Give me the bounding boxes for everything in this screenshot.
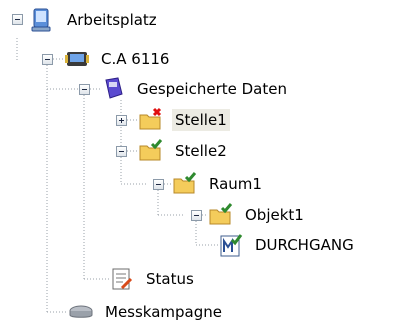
node-label: Raum1	[209, 175, 262, 193]
tree-node-gespeicherte-daten[interactable]: Gespeicherte Daten	[100, 76, 360, 102]
folder-check-icon	[138, 138, 164, 164]
device-icon	[64, 46, 90, 72]
tree-node-stelle2[interactable]: Stelle2	[138, 138, 268, 164]
node-label: Objekt1	[245, 206, 304, 224]
tree-node-status[interactable]: Status	[109, 266, 229, 292]
expand-toggle-raum1[interactable]	[153, 179, 164, 190]
folder-check-icon	[172, 171, 198, 197]
node-label: Status	[146, 270, 194, 288]
tree-view[interactable]: Arbeitsplatz C.A 6116 Gespeicherte Daten	[0, 0, 404, 323]
folder-error-icon	[138, 107, 164, 133]
node-label: C.A 6116	[101, 50, 170, 68]
folder-check-icon	[208, 202, 234, 228]
expand-toggle-objekt1[interactable]	[191, 210, 202, 221]
expand-toggle-arbeitsplatz[interactable]	[12, 14, 23, 25]
tree-node-messkampagne[interactable]: Messkampagne	[68, 299, 268, 325]
tree-node-ca6116[interactable]: C.A 6116	[64, 46, 264, 72]
saved-data-icon	[100, 76, 126, 102]
tree-node-raum1[interactable]: Raum1	[172, 171, 302, 197]
computer-icon	[30, 7, 56, 33]
node-label: Arbeitsplatz	[67, 11, 157, 29]
node-label: Stelle1	[172, 109, 230, 131]
drive-icon	[68, 299, 94, 325]
tree-node-durchgang[interactable]: DURCHGANG	[218, 232, 398, 258]
tree-node-stelle1[interactable]: Stelle1	[138, 107, 268, 133]
node-label: DURCHGANG	[255, 236, 354, 254]
node-label: Messkampagne	[105, 303, 222, 321]
expand-toggle-gespeicherte-daten[interactable]	[79, 84, 90, 95]
expand-toggle-stelle1[interactable]	[116, 115, 127, 126]
node-label: Gespeicherte Daten	[137, 80, 287, 98]
measurement-check-icon	[218, 232, 244, 258]
tree-node-objekt1[interactable]: Objekt1	[208, 202, 358, 228]
node-label: Stelle2	[175, 142, 227, 160]
tree-node-arbeitsplatz[interactable]: Arbeitsplatz	[30, 7, 230, 33]
status-icon	[109, 266, 135, 292]
expand-toggle-ca6116[interactable]	[42, 54, 53, 65]
expand-toggle-stelle2[interactable]	[116, 146, 127, 157]
